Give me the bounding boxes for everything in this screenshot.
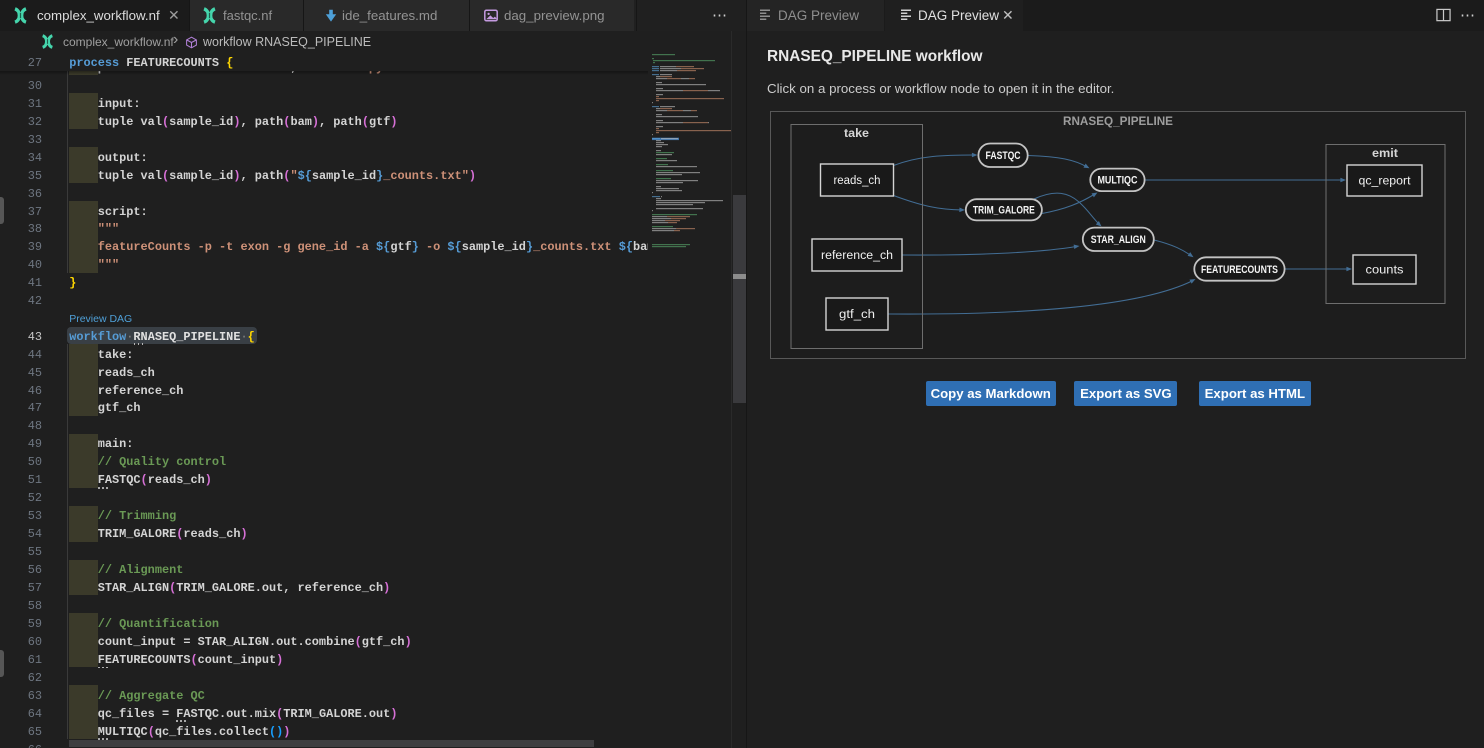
svg-text:emit: emit	[1372, 148, 1398, 160]
svg-text:counts: counts	[1366, 264, 1404, 276]
svg-text:reads_ch: reads_ch	[834, 175, 881, 187]
svg-text:FASTQC: FASTQC	[986, 150, 1021, 162]
svg-text:TRIM_GALORE: TRIM_GALORE	[973, 204, 1035, 216]
svg-text:MULTIQC: MULTIQC	[1097, 174, 1137, 186]
svg-text:gtf_ch: gtf_ch	[839, 309, 875, 321]
svg-text:STAR_ALIGN: STAR_ALIGN	[1091, 234, 1146, 246]
svg-text:RNASEQ_PIPELINE: RNASEQ_PIPELINE	[1063, 116, 1173, 128]
svg-text:qc_report: qc_report	[1359, 175, 1412, 187]
svg-text:take: take	[844, 128, 869, 140]
svg-text:FEATURECOUNTS: FEATURECOUNTS	[1201, 263, 1278, 275]
svg-text:reference_ch: reference_ch	[821, 250, 893, 262]
